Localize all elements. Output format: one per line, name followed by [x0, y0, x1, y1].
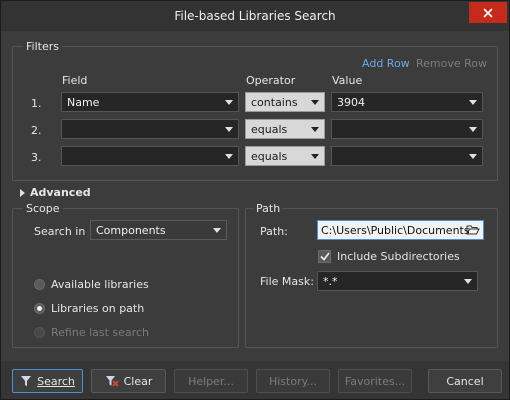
cancel-button-label: Cancel — [446, 374, 484, 388]
radio-dot — [37, 306, 42, 311]
radio-circle — [34, 303, 45, 314]
path-label: Path: — [260, 225, 288, 238]
clear-filter-icon — [105, 375, 119, 387]
favorites-button-label: Favorites... — [344, 374, 406, 388]
file-mask-value: *.* — [323, 274, 338, 288]
operator-select-row-2[interactable]: equals — [245, 119, 325, 139]
search-dialog: File-based Libraries Search Filters Add … — [0, 0, 510, 400]
row-number: 2. — [31, 124, 42, 137]
value-select-value: 3904 — [337, 95, 365, 109]
clear-button-label: Clear — [123, 374, 153, 388]
scope-label: Scope — [23, 202, 63, 215]
checkmark-icon — [319, 252, 330, 261]
radio-available-libraries[interactable]: Available libraries — [34, 278, 149, 291]
history-button: History... — [256, 369, 330, 393]
operator-select-row-3[interactable]: equals — [245, 146, 325, 166]
chevron-down-icon — [225, 127, 233, 132]
radio-circle — [34, 279, 45, 290]
search-in-select[interactable]: Components — [90, 220, 227, 240]
chevron-down-icon — [464, 279, 472, 284]
radio-label: Available libraries — [51, 278, 149, 291]
row-number: 1. — [31, 97, 42, 110]
cancel-button[interactable]: Cancel — [428, 369, 502, 393]
folder-open-icon[interactable] — [466, 224, 480, 239]
search-button[interactable]: Search — [12, 369, 83, 393]
field-select-row-2[interactable] — [61, 119, 239, 139]
operator-select-value: contains — [251, 95, 298, 109]
chevron-right-icon — [20, 188, 25, 197]
helper-button: Helper... — [174, 369, 248, 393]
operator-select-value: equals — [251, 149, 288, 163]
add-row-link[interactable]: Add Row — [362, 57, 410, 70]
dialog-title: File-based Libraries Search — [174, 9, 336, 23]
advanced-label: Advanced — [30, 186, 91, 199]
path-input[interactable]: C:\Users\Public\Documents — [317, 220, 484, 240]
path-group-label: Path — [253, 202, 284, 215]
search-in-label: Search in — [34, 225, 86, 238]
chevron-down-icon — [469, 154, 477, 159]
value-select-row-1[interactable]: 3904 — [331, 92, 483, 112]
chevron-down-icon — [213, 228, 221, 233]
chevron-down-icon — [311, 100, 319, 105]
value-select-row-2[interactable] — [331, 119, 483, 139]
row-number: 3. — [31, 151, 42, 164]
chevron-down-icon — [311, 154, 319, 159]
operator-column-header: Operator — [246, 74, 296, 87]
checkbox-box — [318, 250, 331, 263]
search-in-value: Components — [96, 223, 166, 237]
clear-button[interactable]: Clear — [91, 369, 166, 393]
value-select-row-3[interactable] — [331, 146, 483, 166]
file-mask-label: File Mask: — [260, 275, 314, 288]
helper-button-label: Helper... — [188, 374, 234, 388]
advanced-toggle[interactable]: Advanced — [20, 186, 91, 199]
path-input-value: C:\Users\Public\Documents — [321, 223, 470, 237]
search-button-label: Search — [37, 374, 75, 388]
field-select-value: Name — [67, 95, 100, 109]
include-subdirectories-checkbox[interactable]: Include Subdirectories — [318, 250, 460, 263]
field-column-header: Field — [62, 74, 88, 87]
history-button-label: History... — [268, 374, 318, 388]
remove-row-link: Remove Row — [416, 57, 488, 70]
chevron-down-icon — [469, 127, 477, 132]
filters-label: Filters — [23, 40, 62, 53]
radio-refine-last-search: Refine last search — [34, 326, 149, 339]
radio-label: Libraries on path — [51, 302, 145, 315]
field-select-row-3[interactable] — [61, 146, 239, 166]
close-icon — [483, 7, 493, 18]
chevron-down-icon — [225, 154, 233, 159]
chevron-down-icon — [225, 100, 233, 105]
value-column-header: Value — [332, 74, 363, 87]
radio-label: Refine last search — [51, 326, 149, 339]
dialog-footer: Search Clear Helper... History... Favori… — [1, 361, 509, 399]
chevron-down-icon — [469, 100, 477, 105]
file-mask-select[interactable]: *.* — [317, 271, 478, 291]
include-subdirectories-label: Include Subdirectories — [337, 250, 460, 263]
close-button[interactable] — [469, 2, 507, 23]
radio-circle — [34, 327, 45, 338]
chevron-down-icon — [311, 127, 319, 132]
title-bar[interactable]: File-based Libraries Search — [1, 1, 509, 31]
operator-select-value: equals — [251, 122, 288, 136]
operator-select-row-1[interactable]: contains — [245, 92, 325, 112]
favorites-button: Favorites... — [338, 369, 412, 393]
filter-icon — [20, 375, 32, 387]
field-select-row-1[interactable]: Name — [61, 92, 239, 112]
radio-libraries-on-path[interactable]: Libraries on path — [34, 302, 144, 315]
